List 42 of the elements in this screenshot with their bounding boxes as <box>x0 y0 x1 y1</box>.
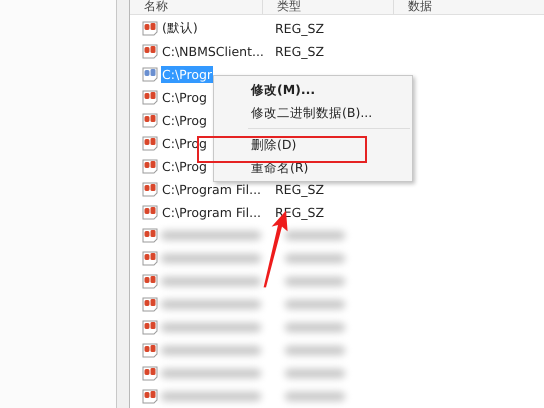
redaction-blur <box>285 392 345 401</box>
value-name[interactable]: C:\Prog <box>161 158 208 175</box>
redaction-blur <box>285 346 345 355</box>
string-value-icon <box>142 181 158 198</box>
string-value-icon <box>142 43 158 60</box>
string-value-icon <box>142 296 158 312</box>
string-value-icon <box>142 273 158 290</box>
splitter[interactable] <box>117 0 130 408</box>
menu-item[interactable]: 删除(D) <box>214 133 412 156</box>
string-value-icon <box>142 204 158 220</box>
redaction-blur <box>285 322 345 332</box>
string-value-icon <box>142 227 158 244</box>
value-name[interactable]: (默认) <box>161 18 199 38</box>
string-value-icon <box>142 20 158 36</box>
value-type: REG_SZ <box>275 44 324 59</box>
value-name[interactable]: C:\Prog <box>161 112 208 129</box>
string-value-icon <box>142 66 158 82</box>
column-header[interactable]: 名称 <box>130 0 263 14</box>
redaction-blur <box>285 300 345 309</box>
value-type: REG_SZ <box>275 20 324 36</box>
redaction-blur <box>285 254 345 263</box>
string-value-icon <box>142 365 158 382</box>
menu-item[interactable]: 修改(M)... <box>214 78 412 101</box>
value-name[interactable]: C:\NBMSClient... <box>161 42 265 60</box>
string-value-icon <box>142 342 158 358</box>
string-value-icon <box>142 388 158 404</box>
string-value-icon <box>142 89 158 106</box>
string-value-icon <box>142 135 158 152</box>
value-type: REG_SZ <box>275 182 324 197</box>
value-name[interactable]: C:\Prog <box>161 88 208 106</box>
redaction-blur <box>285 276 345 286</box>
string-value-icon <box>142 112 158 128</box>
string-value-icon <box>142 319 158 336</box>
value-name[interactable]: C:\Program Fil... <box>161 180 262 198</box>
menu-item[interactable]: 修改二进制数据(B)... <box>214 101 412 124</box>
redaction-blur <box>285 368 345 378</box>
value-name[interactable]: C:\Program Fil... <box>161 204 262 221</box>
column-header[interactable]: 类型 <box>263 0 394 14</box>
string-value-icon <box>142 158 158 174</box>
string-value-icon <box>142 250 158 266</box>
column-header[interactable]: 数据 <box>394 0 544 14</box>
redaction-blur <box>285 230 345 240</box>
